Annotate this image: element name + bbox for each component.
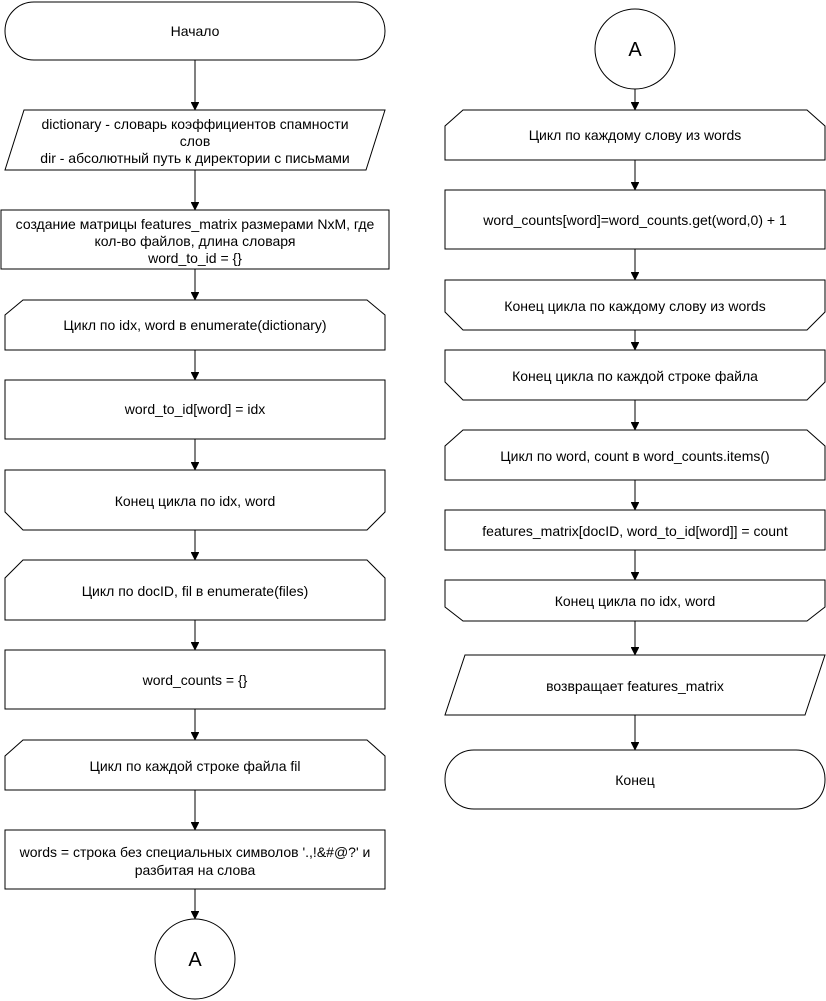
fill-matrix-label: features_matrix[docID, word_to_id[word]]… [482,523,788,539]
loop-dictionary-start: Цикл по idx, word в enumerate(dictionary… [4,299,386,351]
loop-lines-start-label: Цикл по каждой строке файла fil [89,758,300,774]
loop-words-start: Цикл по каждому слову из words [444,109,826,161]
loop-lines-end-label: Конец цикла по каждой строке файла [512,368,758,384]
fill-matrix-process: features_matrix[docID, word_to_id[word]]… [444,509,826,551]
loop-lines-end: Конец цикла по каждой строке файла [444,349,826,401]
start-label: Начало [171,23,220,39]
end-terminator: Конец [444,749,826,810]
word-counts-init-label: word_counts = {} [142,672,248,688]
create-line-3: word_to_id = {} [147,250,242,266]
create-matrix-process: создание матрицы features_matrix размера… [0,209,390,270]
loop-dictionary-end-label: Конец цикла по idx, word [115,493,276,509]
loop-lines-start: Цикл по каждой строке файла fil [4,739,386,791]
words-split-process: words = строка без специальных символов … [4,829,386,890]
words-split-line-1: words = строка без специальных символов … [19,844,371,860]
connector-a-out-label: A [188,949,202,971]
loop-word-counts-end-label: Конец цикла по idx, word [555,593,716,609]
end-label: Конец [615,772,654,788]
words-split-line-2: разбитая на слова [135,862,256,878]
loop-words-start-label: Цикл по каждому слову из words [529,127,742,143]
flowchart-canvas: Начало dictionary - словарь коэффициенто… [0,1,826,1000]
loop-word-counts-start-label: Цикл по word, count в word_counts.items(… [500,448,769,464]
count-word-label: word_counts[word]=word_counts.get(word,0… [482,212,787,228]
start-terminator: Начало [4,1,386,61]
count-word-process: word_counts[word]=word_counts.get(word,0… [444,189,826,250]
connector-a-out: A [154,918,236,1000]
input-line-3: dir - абсолютный путь к директории с пис… [40,150,349,166]
loop-word-counts-start: Цикл по word, count в word_counts.items(… [444,429,826,481]
create-line-1: создание матрицы features_matrix размера… [16,216,375,232]
loop-dictionary-start-label: Цикл по idx, word в enumerate(dictionary… [63,317,326,333]
loop-files-start: Цикл по docID, fil в enumerate(files) [4,559,386,621]
connector-a-in-label: A [628,39,642,61]
word-counts-init-process: word_counts = {} [4,649,386,710]
create-line-2: кол-во файлов, длина словаря [95,233,296,249]
loop-word-counts-end: Конец цикла по idx, word [444,579,826,622]
input-data-block: dictionary - словарь коэффициентов спамн… [4,109,386,171]
output-data-block: возвращает features_matrix [444,654,826,716]
connector-a-in: A [594,8,676,90]
loop-words-end: Конец цикла по каждому слову из words [444,279,826,331]
output-label: возвращает features_matrix [546,678,724,694]
input-line-1: dictionary - словарь коэффициентов спамн… [41,116,348,132]
loop-words-end-label: Конец цикла по каждому слову из words [504,298,765,314]
assign-word-id-label: word_to_id[word] = idx [124,401,265,417]
loop-files-start-label: Цикл по docID, fil в enumerate(files) [82,583,309,599]
input-line-2: слов [180,133,211,149]
assign-word-id-process: word_to_id[word] = idx [4,379,386,440]
loop-dictionary-end: Конец цикла по idx, word [4,469,386,531]
